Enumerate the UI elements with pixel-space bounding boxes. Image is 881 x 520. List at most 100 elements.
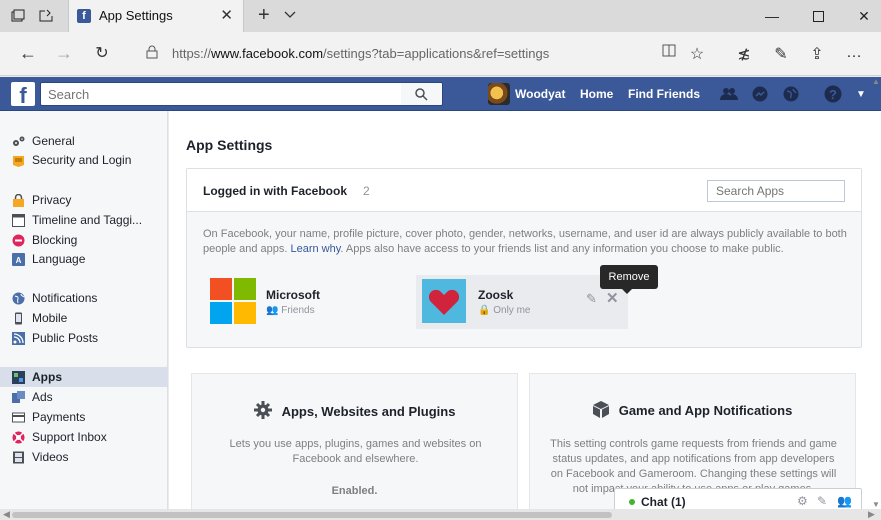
lock-icon: [146, 45, 158, 62]
panel-heading: Logged in with Facebook: [203, 184, 347, 198]
forward-icon[interactable]: →: [52, 43, 76, 64]
home-link[interactable]: Home: [580, 77, 613, 111]
sidebar-item-payments[interactable]: Payments: [0, 407, 168, 427]
horizontal-scrollbar[interactable]: ◀ ▶: [0, 509, 881, 520]
sidebar-item-notifications[interactable]: Notifications: [0, 288, 168, 308]
sidebar-item-privacy[interactable]: Privacy: [0, 190, 168, 210]
scroll-right-icon[interactable]: ▶: [868, 509, 875, 520]
find-friends-link[interactable]: Find Friends: [628, 77, 700, 111]
tab-preview-icon[interactable]: [38, 8, 54, 24]
app-audience: 🔒 Only me: [478, 305, 530, 316]
card-title: Apps, Websites and Plugins: [192, 401, 517, 422]
chevron-down-icon[interactable]: [284, 7, 296, 22]
sidebar-item-videos[interactable]: Videos: [0, 447, 168, 467]
app-name: Microsoft: [266, 288, 320, 302]
sidebar-item-label: Notifications: [32, 291, 98, 305]
reading-view-icon[interactable]: [658, 44, 680, 62]
favorites-hub-icon[interactable]: ≴: [733, 44, 755, 64]
remove-app-icon[interactable]: ✕: [606, 289, 619, 307]
sidebar-item-apps[interactable]: Apps: [0, 367, 168, 387]
back-icon[interactable]: ←: [16, 43, 40, 64]
sidebar-item-public-posts[interactable]: Public Posts: [0, 328, 168, 348]
refresh-icon[interactable]: ↻: [90, 43, 114, 63]
learn-why-link[interactable]: Learn why: [290, 243, 340, 255]
gear-icon: [253, 401, 272, 422]
lifebuoy-icon: [12, 431, 25, 444]
url-field[interactable]: https://www.facebook.com/settings?tab=ap…: [146, 38, 716, 68]
facebook-favicon-icon: f: [77, 9, 91, 23]
lock-icon: 🔒: [478, 305, 494, 316]
block-icon: [12, 234, 25, 247]
url-text: https://www.facebook.com/settings?tab=ap…: [172, 46, 549, 61]
scroll-thumb[interactable]: [12, 512, 612, 518]
search-input[interactable]: [41, 83, 401, 105]
apps-icon: [12, 370, 25, 384]
messenger-icon[interactable]: [751, 85, 769, 103]
sidebar-item-label: Payments: [32, 410, 86, 424]
scroll-down-icon[interactable]: ▼: [872, 500, 880, 509]
card-icon: [12, 411, 25, 424]
card-title-text: Apps, Websites and Plugins: [281, 404, 456, 419]
new-tab-icon[interactable]: +: [258, 4, 270, 27]
scroll-up-icon[interactable]: ▲: [872, 77, 880, 86]
profile-link[interactable]: Woodyat: [515, 77, 565, 111]
sidebar-item-mobile[interactable]: Mobile: [0, 308, 168, 328]
sidebar-item-general[interactable]: General: [0, 131, 168, 151]
more-icon[interactable]: …: [843, 44, 865, 62]
sidebar-item-label: Security and Login: [32, 153, 132, 167]
vertical-scrollbar[interactable]: ▲ ▼: [871, 77, 881, 509]
sidebar-item-ads[interactable]: Ads: [0, 387, 168, 407]
search-apps-input[interactable]: [707, 180, 845, 202]
minimize-icon[interactable]: —: [749, 0, 795, 32]
edit-pencil-icon[interactable]: ✎: [586, 291, 597, 307]
search-icon[interactable]: [401, 82, 443, 106]
cube-icon: [592, 401, 609, 421]
scroll-left-icon[interactable]: ◀: [3, 509, 10, 520]
app-name: Zoosk: [478, 288, 514, 302]
friend-requests-icon[interactable]: [720, 85, 738, 103]
close-window-icon[interactable]: ✕: [841, 0, 881, 32]
svg-text:A: A: [16, 256, 22, 265]
browser-tab[interactable]: f App Settings ✕: [68, 0, 244, 32]
svg-text:?: ?: [829, 87, 837, 102]
maximize-icon[interactable]: [795, 0, 841, 32]
apps-websites-plugins-card[interactable]: Apps, Websites and Plugins Lets you use …: [191, 373, 518, 520]
desc-text: . Apps also have access to your friends …: [340, 243, 784, 255]
address-bar-row: ← → ↻ https://www.facebook.com/settings?…: [0, 32, 881, 76]
new-message-icon[interactable]: ✎: [817, 494, 827, 508]
facebook-logo-icon[interactable]: f: [11, 82, 35, 106]
avatar[interactable]: [488, 83, 510, 105]
app-item-microsoft[interactable]: Microsoft 👥 Friends: [210, 278, 410, 330]
audience-label: Only me: [493, 305, 531, 316]
zoosk-logo-icon: [422, 279, 466, 323]
share-icon[interactable]: ⇪: [806, 44, 828, 64]
page-title: App Settings: [186, 137, 273, 153]
notifications-globe-icon[interactable]: [782, 85, 800, 103]
sidebar-item-support-inbox[interactable]: Support Inbox: [0, 427, 168, 447]
sidebar-item-label: Timeline and Taggi...: [32, 213, 143, 227]
timeline-icon: [12, 213, 25, 227]
favorite-star-icon[interactable]: ☆: [686, 44, 708, 64]
sidebar-item-label: Privacy: [32, 193, 72, 207]
sidebar-item-blocking[interactable]: Blocking: [0, 230, 168, 250]
tab-title: App Settings: [99, 8, 173, 23]
help-icon[interactable]: ?: [824, 85, 842, 103]
ads-icon: [12, 390, 25, 404]
sidebar-item-label: Support Inbox: [32, 430, 107, 444]
web-note-icon[interactable]: ✎: [770, 44, 792, 64]
close-tab-icon[interactable]: ✕: [220, 6, 233, 24]
search-box: [40, 82, 440, 106]
chat-settings-gear-icon[interactable]: ⚙: [797, 494, 808, 508]
language-icon: A: [12, 252, 25, 266]
sidebar-item-language[interactable]: A Language: [0, 249, 168, 269]
set-aside-tabs-icon[interactable]: [10, 8, 26, 24]
sidebar-item-timeline[interactable]: Timeline and Taggi...: [0, 210, 168, 230]
url-prefix: https://: [172, 46, 212, 61]
account-menu-chevron-icon[interactable]: ▼: [852, 85, 870, 103]
sidebar-item-security[interactable]: Security and Login: [0, 150, 168, 170]
sidebar-item-label: General: [32, 134, 75, 148]
create-group-icon[interactable]: 👥: [837, 494, 852, 508]
card-description: Lets you use apps, plugins, games and we…: [229, 438, 482, 465]
app-item-zoosk[interactable]: Zoosk 🔒 Only me ✎ ✕: [416, 275, 628, 329]
microsoft-logo-icon: [210, 278, 256, 324]
